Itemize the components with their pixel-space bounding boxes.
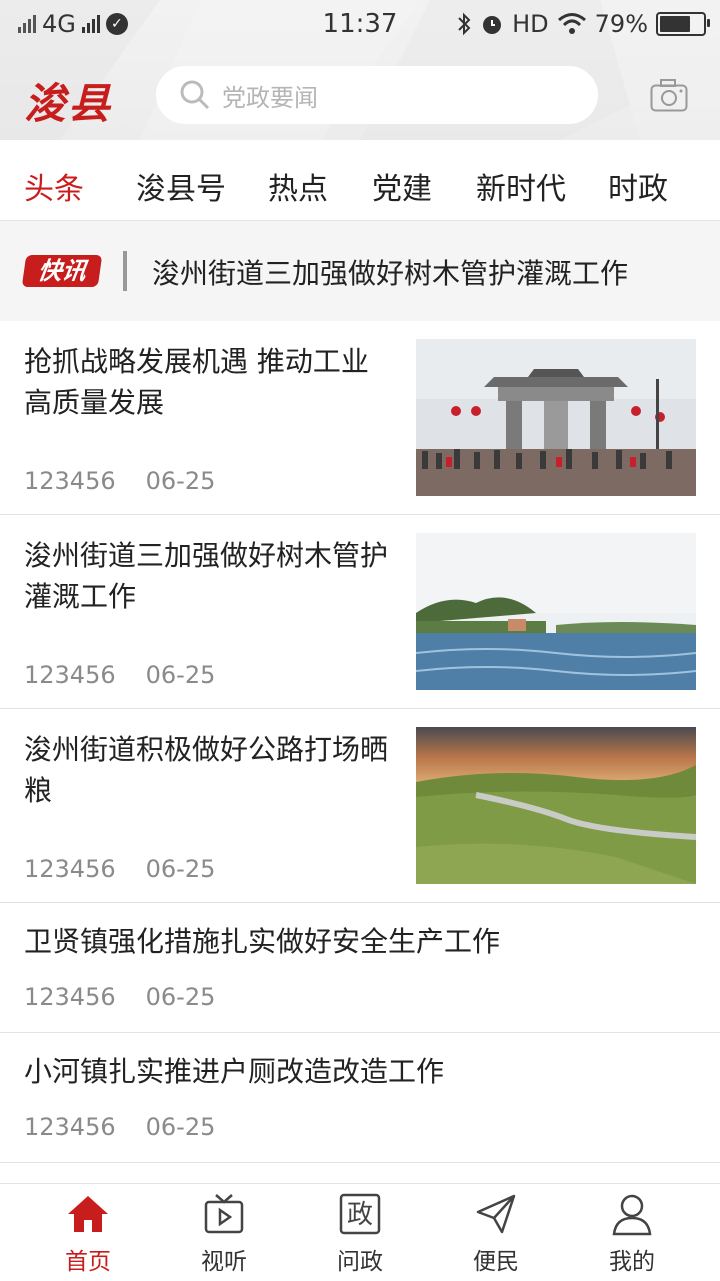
camera-icon[interactable] xyxy=(650,78,688,112)
wifi-icon xyxy=(557,13,586,34)
news-views: 123456 xyxy=(24,661,116,689)
news-item[interactable]: 小河镇扎实推进户厕改造改造工作 123456 06-25 xyxy=(0,1033,720,1163)
news-meta: 123456 06-25 xyxy=(24,467,215,495)
news-thumbnail-grassland xyxy=(416,727,696,884)
news-title: 小河镇扎实推进户厕改造改造工作 xyxy=(24,1055,445,1088)
top-header: 4G ✓ 11:37 HD 79% 浚县 党政要闻 xyxy=(0,0,720,140)
news-title: 浚州街道积极做好公路打场晒粮 xyxy=(24,733,389,807)
nav-profile[interactable]: 我的 xyxy=(564,1192,700,1276)
news-date: 06-25 xyxy=(145,855,216,883)
news-meta: 123456 06-25 xyxy=(24,855,215,883)
flash-badge: 快讯 xyxy=(21,255,103,287)
tab-hotspot[interactable]: 热点 xyxy=(268,164,328,208)
search-placeholder: 党政要闻 xyxy=(222,83,318,112)
user-icon xyxy=(612,1194,652,1236)
news-item[interactable]: 浚州街道三加强做好树木管护灌溉工作 123456 06-25 xyxy=(0,515,720,709)
news-item[interactable]: 抢抓战略发展机遇 推动工业高质量发展 123456 06-25 xyxy=(0,321,720,515)
tab-headlines[interactable]: 头条 xyxy=(24,164,84,208)
news-item[interactable]: 卫贤镇强化措施扎实做好安全生产工作 123456 06-25 xyxy=(0,903,720,1033)
category-tabs: 头条 浚县号 热点 党建 新时代 时政 xyxy=(0,140,720,221)
flash-divider xyxy=(123,251,127,291)
battery-icon xyxy=(656,12,710,36)
bottom-nav: 首页 视听 政 问政 便民 我的 xyxy=(0,1183,720,1281)
news-views: 123456 xyxy=(24,467,116,495)
search-icon xyxy=(180,80,210,110)
news-title: 浚州街道三加强做好树木管护灌溉工作 xyxy=(24,539,389,613)
news-date: 06-25 xyxy=(145,661,216,689)
send-icon xyxy=(476,1194,516,1234)
news-item[interactable]: 浚州街道积极做好公路打场晒粮 123456 06-25 xyxy=(0,709,720,903)
bluetooth-icon xyxy=(458,12,471,36)
battery-percent: 79% xyxy=(594,10,648,38)
tab-party-building[interactable]: 党建 xyxy=(372,164,432,208)
status-bar: 4G ✓ 11:37 HD 79% xyxy=(0,0,720,50)
search-bar[interactable]: 党政要闻 xyxy=(156,66,598,124)
news-date: 06-25 xyxy=(145,983,216,1011)
news-date: 06-25 xyxy=(145,467,216,495)
nav-audio-video[interactable]: 视听 xyxy=(156,1192,292,1276)
news-views: 123456 xyxy=(24,1113,116,1141)
nav-profile-label: 我的 xyxy=(609,1249,655,1275)
flash-news-bar[interactable]: 快讯 浚州街道三加强做好树木管护灌溉工作 xyxy=(0,221,720,321)
flash-text: 浚州街道三加强做好树木管护灌溉工作 xyxy=(152,257,629,290)
nav-audio-video-label: 视听 xyxy=(201,1249,247,1275)
news-meta: 123456 06-25 xyxy=(24,661,215,689)
news-meta: 123456 06-25 xyxy=(24,1113,215,1141)
news-views: 123456 xyxy=(24,855,116,883)
news-title: 抢抓战略发展机遇 推动工业高质量发展 xyxy=(24,345,369,419)
news-date: 06-25 xyxy=(145,1113,216,1141)
nav-inquiry-label: 问政 xyxy=(337,1249,383,1275)
tab-junxian-hao[interactable]: 浚县号 xyxy=(136,164,226,208)
hd-label: HD xyxy=(512,10,549,38)
zheng-icon: 政 xyxy=(339,1193,381,1235)
nav-convenience[interactable]: 便民 xyxy=(428,1192,564,1276)
home-icon xyxy=(68,1196,108,1232)
tab-politics[interactable]: 时政 xyxy=(608,164,668,208)
news-thumbnail-gate xyxy=(416,339,696,496)
alarm-icon xyxy=(483,16,502,34)
nav-inquiry[interactable]: 政 问政 xyxy=(292,1192,428,1276)
news-views: 123456 xyxy=(24,983,116,1011)
tv-icon xyxy=(204,1194,244,1234)
news-thumbnail-river xyxy=(416,533,696,690)
nav-home-label: 首页 xyxy=(65,1249,111,1275)
tab-new-era[interactable]: 新时代 xyxy=(476,164,566,208)
news-title: 卫贤镇强化措施扎实做好安全生产工作 xyxy=(24,925,501,958)
nav-convenience-label: 便民 xyxy=(473,1249,519,1275)
nav-home[interactable]: 首页 xyxy=(20,1192,156,1276)
zheng-glyph: 政 xyxy=(347,1200,373,1230)
news-meta: 123456 06-25 xyxy=(24,983,215,1011)
app-logo: 浚县 xyxy=(24,79,113,128)
